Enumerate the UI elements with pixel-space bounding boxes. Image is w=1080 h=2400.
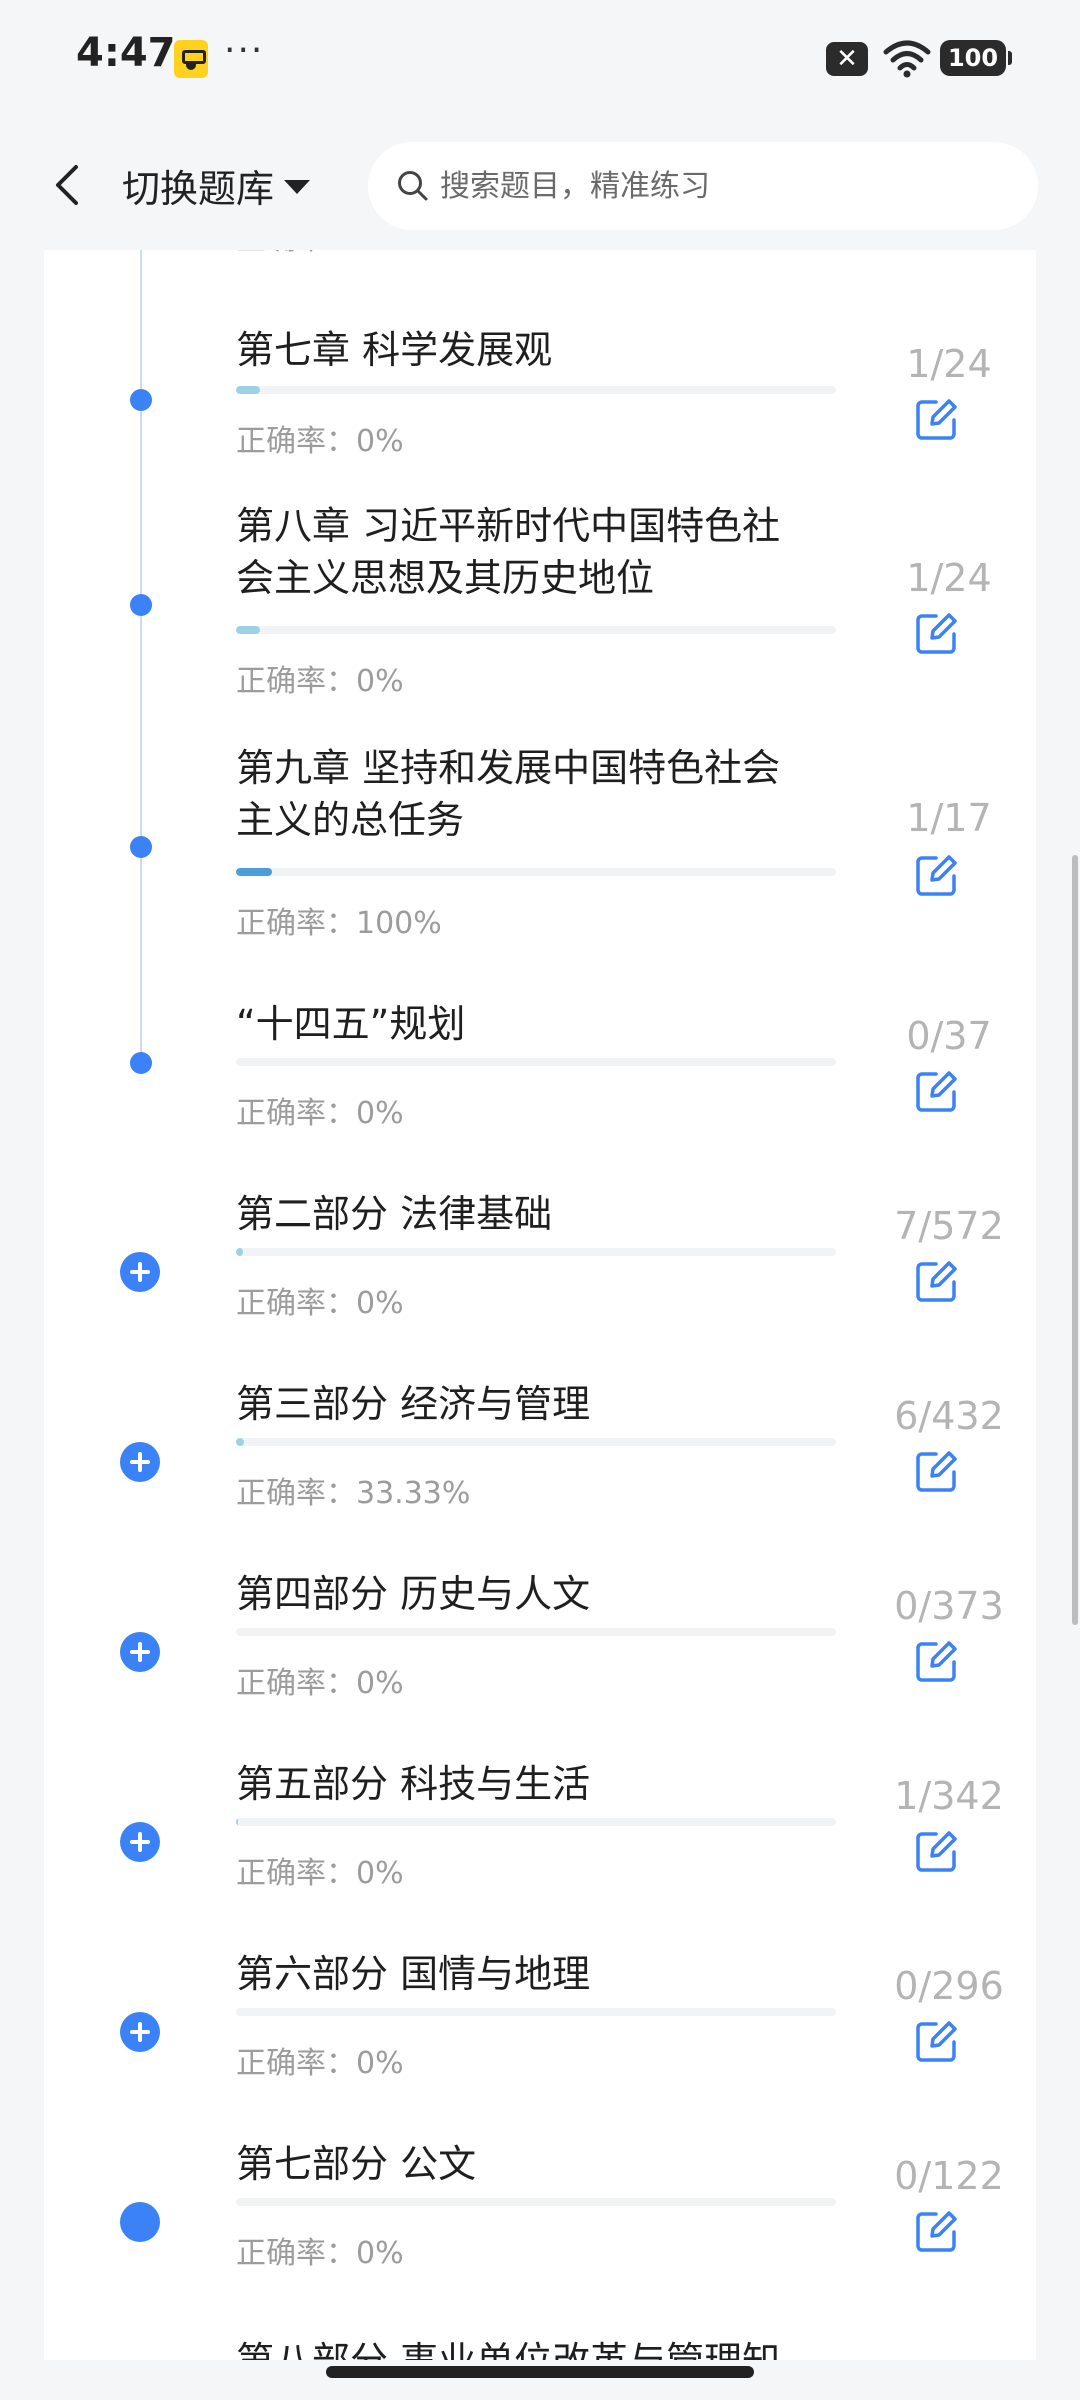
edit-icon[interactable]	[912, 1826, 962, 1876]
edit-icon[interactable]	[912, 608, 962, 658]
app-notification-icon	[174, 40, 208, 78]
progress-count: 0/373	[894, 1584, 1004, 1628]
scrollbar[interactable]	[1072, 855, 1078, 1625]
item-title: 第二部分 法律基础	[236, 1192, 553, 1236]
wifi-icon	[883, 40, 931, 78]
accuracy-label: 正确率：0%	[236, 1666, 404, 1701]
progress-fill	[236, 626, 260, 634]
item-title: 第三部分 经济与管理	[236, 1382, 591, 1426]
timeline-dot-icon	[130, 389, 152, 411]
item-title: 第六部分 国情与地理	[236, 1952, 591, 1996]
item-title: 第五部分 科技与生活	[236, 1762, 591, 1806]
accuracy-label: 正确率：33.33%	[236, 1476, 471, 1511]
expand-plus-icon[interactable]	[120, 2012, 160, 2052]
search-input[interactable]	[440, 168, 1000, 204]
list-item[interactable]: 第四部分 历史与人文 正确率：0% 0/373	[44, 1568, 1036, 1758]
more-notifications-icon: ···	[224, 30, 265, 71]
list-item[interactable]: 第三部分 经济与管理 正确率：33.33% 6/432	[44, 1378, 1036, 1568]
progress-bar	[236, 626, 836, 634]
list-item[interactable]: 第八章 习近平新时代中国特色社会主义思想及其历史地位 正确率：0% 1/24	[44, 500, 1036, 740]
progress-count: 0/122	[894, 2154, 1004, 2198]
progress-count: 1/24	[906, 342, 992, 386]
progress-fill	[236, 1438, 245, 1446]
chapter-list: 正确率：33.33% 第七章 科学发展观 正确率：0% 1/24 第八章 习近平…	[44, 250, 1036, 2360]
item-title: 第八章 习近平新时代中国特色社会主义思想及其历史地位	[236, 504, 781, 600]
progress-fill	[236, 386, 260, 394]
list-item[interactable]: 第五部分 科技与生活 正确率：0% 1/342	[44, 1758, 1036, 1948]
timeline-dot-icon	[130, 836, 152, 858]
edit-icon[interactable]	[912, 1256, 962, 1306]
expand-plus-icon[interactable]	[120, 1442, 160, 1482]
progress-fill	[236, 1818, 238, 1826]
search-box[interactable]	[368, 142, 1038, 230]
progress-bar	[236, 2198, 836, 2206]
progress-bar	[236, 1628, 836, 1636]
top-bar: 切换题库	[0, 120, 1080, 250]
accuracy-label: 正确率：100%	[236, 906, 442, 941]
search-icon	[398, 171, 428, 201]
list-item[interactable]: 第九章 坚持和发展中国特色社会主义的总任务 正确率：100% 1/17	[44, 742, 1036, 982]
partial-accuracy: 正确率：33.33%	[236, 250, 470, 258]
item-title: 第九章 坚持和发展中国特色社会主义的总任务	[236, 746, 781, 842]
switch-question-bank-label: 切换题库	[122, 166, 275, 211]
accuracy-label: 正确率：0%	[236, 2236, 404, 2271]
status-time: 4:47	[76, 30, 176, 76]
progress-count: 1/17	[906, 796, 992, 840]
back-button[interactable]	[40, 158, 94, 212]
partial-item-title[interactable]: 第八部分 事业单位改革与管理知	[236, 2330, 780, 2360]
accuracy-label: 正确率：0%	[236, 2046, 404, 2081]
expand-plus-icon[interactable]	[120, 1632, 160, 1672]
timeline-dot-icon	[130, 1052, 152, 1074]
list-item[interactable]: “十四五”规划 正确率：0% 0/37	[44, 998, 1036, 1188]
accuracy-label: 正确率：0%	[236, 424, 404, 459]
caret-down-icon	[284, 180, 311, 194]
home-indicator[interactable]	[326, 2366, 754, 2378]
edit-icon[interactable]	[912, 1066, 962, 1116]
timeline-dot-icon	[120, 2202, 160, 2242]
timeline-dot-icon	[130, 594, 152, 616]
switch-question-bank-button[interactable]: 切换题库	[122, 160, 311, 211]
progress-bar	[236, 2008, 836, 2016]
edit-icon[interactable]	[912, 1446, 962, 1496]
progress-count: 0/296	[894, 1964, 1004, 2008]
list-item[interactable]: 第七章 科学发展观 正确率：0% 1/24	[44, 310, 1036, 510]
accuracy-label: 正确率：0%	[236, 1096, 404, 1131]
progress-count: 1/342	[894, 1774, 1004, 1818]
expand-plus-icon[interactable]	[120, 1822, 160, 1862]
item-title: 第四部分 历史与人文	[236, 1572, 591, 1616]
item-title: 第七部分 公文	[236, 2142, 477, 2186]
progress-bar	[236, 1248, 836, 1256]
chevron-left-icon	[56, 165, 78, 205]
list-item[interactable]: 第六部分 国情与地理 正确率：0% 0/296	[44, 1948, 1036, 2138]
edit-icon[interactable]	[912, 394, 962, 444]
edit-icon[interactable]	[912, 2016, 962, 2066]
list-item[interactable]: 第七部分 公文 正确率：0% 0/122	[44, 2138, 1036, 2328]
item-title: 第七章 科学发展观	[236, 328, 553, 372]
list-item[interactable]: 第二部分 法律基础 正确率：0% 7/572	[44, 1188, 1036, 1378]
edit-icon[interactable]	[912, 1636, 962, 1686]
accuracy-label: 正确率：0%	[236, 1286, 404, 1321]
progress-count: 7/572	[894, 1204, 1004, 1248]
progress-bar	[236, 868, 836, 876]
accuracy-label: 正确率：0%	[236, 1856, 404, 1891]
progress-count: 0/37	[906, 1014, 992, 1058]
no-sim-icon: ✕	[826, 42, 868, 76]
progress-bar	[236, 1058, 836, 1066]
item-title: “十四五”规划	[236, 1002, 466, 1046]
progress-bar	[236, 386, 836, 394]
status-bar: 4:47 ··· ✕ 100	[0, 0, 1080, 120]
progress-bar	[236, 1438, 836, 1446]
battery-icon: 100	[940, 40, 1012, 76]
expand-plus-icon[interactable]	[120, 1252, 160, 1292]
progress-count: 6/432	[894, 1394, 1004, 1438]
accuracy-label: 正确率：0%	[236, 664, 404, 699]
edit-icon[interactable]	[912, 850, 962, 900]
progress-bar	[236, 1818, 836, 1826]
edit-icon[interactable]	[912, 2206, 962, 2256]
progress-fill	[236, 868, 272, 876]
progress-fill	[236, 1248, 244, 1256]
progress-count: 1/24	[906, 556, 992, 600]
